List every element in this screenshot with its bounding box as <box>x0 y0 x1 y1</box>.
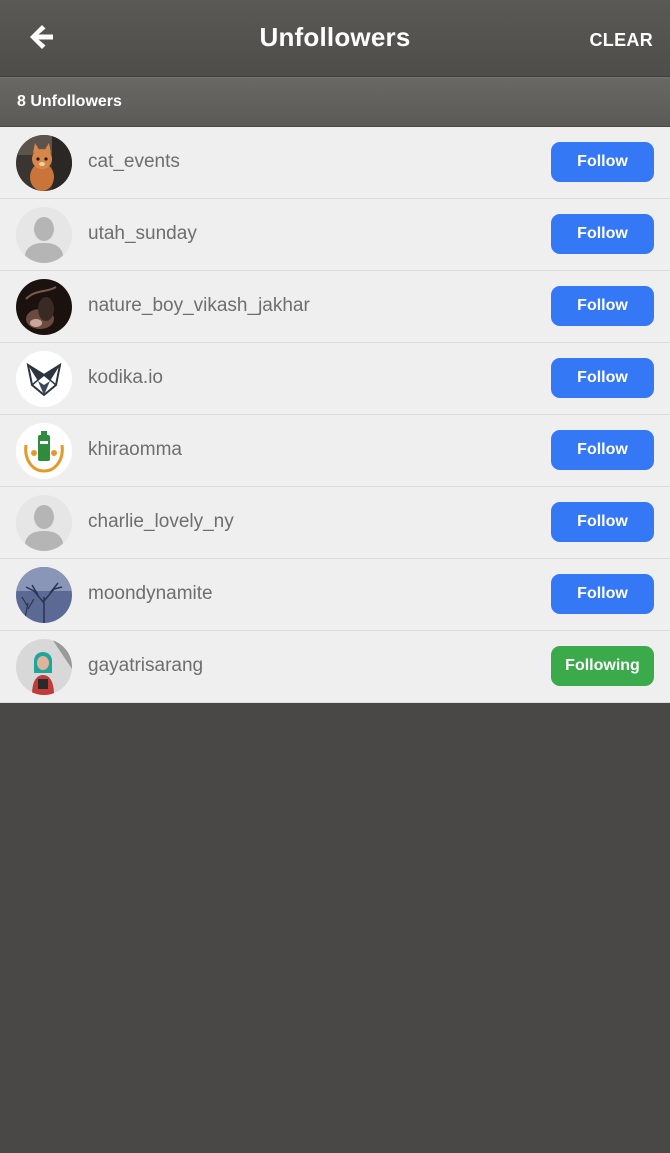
avatar[interactable] <box>16 423 72 479</box>
fox-logo-icon <box>16 351 72 407</box>
default-person-icon <box>16 207 72 263</box>
list-item[interactable]: cat_events Follow <box>0 127 670 199</box>
top-bar: Unfollowers CLEAR <box>0 0 670 77</box>
unfollowers-count: 8 Unfollowers <box>17 93 122 110</box>
avatar[interactable] <box>16 495 72 551</box>
dark-photo-image <box>16 279 72 335</box>
username: utah_sunday <box>88 223 197 244</box>
list-item[interactable]: charlie_lovely_ny Follow <box>0 487 670 559</box>
app-screen: Unfollowers CLEAR 8 Unfollowers cat_even… <box>0 0 670 1153</box>
person-photo-image <box>16 639 72 695</box>
following-button[interactable]: Following <box>551 646 654 686</box>
username: kodika.io <box>88 367 163 388</box>
empty-background <box>0 703 670 1153</box>
list-item[interactable]: kodika.io Follow <box>0 343 670 415</box>
avatar[interactable] <box>16 567 72 623</box>
list-item[interactable]: nature_boy_vikash_jakhar Follow <box>0 271 670 343</box>
follow-button[interactable]: Follow <box>551 142 654 182</box>
follow-button[interactable]: Follow <box>551 214 654 254</box>
avatar[interactable] <box>16 279 72 335</box>
username: cat_events <box>88 151 180 172</box>
avatar[interactable] <box>16 639 72 695</box>
page-title: Unfollowers <box>259 22 411 52</box>
avatar[interactable] <box>16 207 72 263</box>
cat-photo-image <box>16 135 72 191</box>
username: gayatrisarang <box>88 655 204 676</box>
default-person-icon <box>16 495 72 551</box>
follow-button[interactable]: Follow <box>551 574 654 614</box>
username: khiraomma <box>88 439 182 460</box>
unfollowers-count-bar: 8 Unfollowers <box>0 77 670 127</box>
unfollowers-list: cat_events Follow utah_sunday Follow nat… <box>0 127 670 703</box>
username: nature_boy_vikash_jakhar <box>88 295 310 316</box>
list-item[interactable]: gayatrisarang Following <box>0 631 670 703</box>
list-item[interactable]: moondynamite Follow <box>0 559 670 631</box>
avatar[interactable] <box>16 351 72 407</box>
winter-tree-photo-image <box>16 567 72 623</box>
follow-button[interactable]: Follow <box>551 430 654 470</box>
follow-button[interactable]: Follow <box>551 286 654 326</box>
clear-button[interactable]: CLEAR <box>590 30 654 51</box>
list-item[interactable]: utah_sunday Follow <box>0 199 670 271</box>
username: moondynamite <box>88 583 213 604</box>
emblem-logo-icon <box>16 423 72 479</box>
follow-button[interactable]: Follow <box>551 358 654 398</box>
follow-button[interactable]: Follow <box>551 502 654 542</box>
username: charlie_lovely_ny <box>88 511 234 532</box>
avatar[interactable] <box>16 135 72 191</box>
list-item[interactable]: khiraomma Follow <box>0 415 670 487</box>
